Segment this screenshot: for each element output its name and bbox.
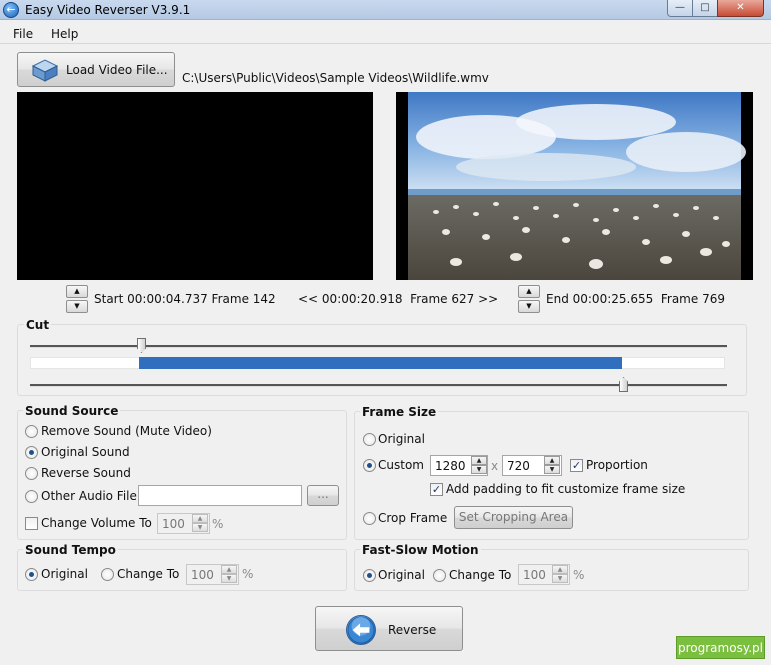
back-arrow-icon: [346, 615, 376, 645]
maximize-button[interactable]: □: [692, 0, 718, 17]
width-value: 1280: [435, 459, 466, 473]
reverse-sound-label[interactable]: Reverse Sound: [41, 466, 131, 480]
original-sound-label[interactable]: Original Sound: [41, 445, 130, 459]
maximize-icon: □: [700, 2, 710, 13]
motion-unit: %: [573, 568, 585, 582]
height-up-button[interactable]: ▲: [544, 456, 560, 465]
start-slider-track[interactable]: [30, 345, 727, 348]
end-time-label: End 00:00:25.655 Frame 769: [546, 292, 725, 306]
wildlife-video-frame: [396, 92, 753, 280]
cut-range-selection: [139, 357, 622, 369]
reverse-label: Reverse: [388, 623, 437, 637]
other-audio-label[interactable]: Other Audio File: [41, 489, 137, 503]
change-volume-checkbox[interactable]: [25, 517, 38, 530]
tempo-original-radio[interactable]: [25, 568, 38, 581]
proportion-label[interactable]: Proportion: [586, 458, 648, 472]
folder-icon: [31, 59, 59, 82]
menu-file[interactable]: File: [13, 27, 33, 41]
minimize-icon: —: [675, 2, 685, 13]
motion-value: 100: [523, 568, 546, 582]
frame-custom-label[interactable]: Custom: [378, 458, 424, 472]
menu-bar: File Help: [0, 25, 771, 44]
height-down-button[interactable]: ▼: [544, 465, 560, 474]
change-volume-label[interactable]: Change Volume To: [41, 516, 152, 530]
minimize-button[interactable]: —: [667, 0, 693, 17]
remove-sound-radio[interactable]: [25, 425, 38, 438]
padding-label[interactable]: Add padding to fit customize frame size: [446, 482, 685, 496]
crop-frame-radio[interactable]: [363, 512, 376, 525]
motion-change-label[interactable]: Change To: [449, 568, 511, 582]
motion-updown[interactable]: ▲ ▼: [552, 565, 568, 584]
set-cropping-area-button[interactable]: Set Cropping Area: [454, 506, 573, 529]
browse-audio-button[interactable]: ...: [307, 485, 339, 506]
motion-change-radio[interactable]: [433, 569, 446, 582]
volume-updown[interactable]: ▲ ▼: [192, 514, 208, 533]
app-icon: ←: [3, 2, 19, 18]
volume-up-button[interactable]: ▲: [192, 514, 208, 523]
padding-checkbox[interactable]: ✓: [430, 483, 443, 496]
volume-unit: %: [212, 517, 224, 531]
motion-original-label[interactable]: Original: [378, 568, 425, 582]
watermark-logo: programosy.pl: [676, 636, 765, 659]
audio-file-input[interactable]: [138, 485, 302, 506]
menu-help[interactable]: Help: [51, 27, 78, 41]
end-down-button[interactable]: ▼: [518, 300, 540, 313]
file-path: C:\Users\Public\Videos\Sample Videos\Wil…: [182, 71, 489, 85]
end-up-button[interactable]: ▲: [518, 285, 540, 298]
tempo-change-label[interactable]: Change To: [117, 567, 179, 581]
other-audio-radio[interactable]: [25, 490, 38, 503]
window-title: Easy Video Reverser V3.9.1: [25, 3, 191, 17]
tempo-down-button[interactable]: ▼: [221, 574, 237, 583]
close-icon: ✕: [736, 2, 745, 13]
width-updown[interactable]: ▲ ▼: [471, 456, 487, 475]
start-down-button[interactable]: ▼: [66, 300, 88, 313]
proportion-checkbox[interactable]: ✓: [570, 459, 583, 472]
end-frame-stepper[interactable]: ▲ ▼: [518, 285, 540, 313]
frame-original-label[interactable]: Original: [378, 432, 425, 446]
width-up-button[interactable]: ▲: [471, 456, 487, 465]
title-bar: ← Easy Video Reverser V3.9.1 — □ ✕: [0, 0, 771, 20]
motion-down-button[interactable]: ▼: [552, 574, 568, 583]
load-video-button[interactable]: Load Video File...: [17, 52, 175, 87]
frame-custom-radio[interactable]: [363, 459, 376, 472]
close-button[interactable]: ✕: [717, 0, 764, 17]
cut-title: Cut: [24, 318, 52, 332]
sound-source-title: Sound Source: [23, 404, 121, 418]
frame-original-radio[interactable]: [363, 433, 376, 446]
tempo-change-radio[interactable]: [101, 568, 114, 581]
sound-tempo-title: Sound Tempo: [23, 543, 118, 557]
volume-value: 100: [162, 517, 185, 531]
tempo-unit: %: [242, 567, 254, 581]
crop-frame-label[interactable]: Crop Frame: [378, 511, 447, 525]
tempo-value: 100: [191, 568, 214, 582]
height-updown[interactable]: ▲ ▼: [544, 456, 560, 475]
reverse-button[interactable]: Reverse: [315, 606, 463, 651]
motion-up-button[interactable]: ▲: [552, 565, 568, 574]
fast-slow-title: Fast-Slow Motion: [360, 543, 481, 557]
start-frame-stepper[interactable]: ▲ ▼: [66, 285, 88, 313]
motion-original-radio[interactable]: [363, 569, 376, 582]
reversed-video-preview: [17, 92, 373, 280]
source-video-preview: [396, 92, 753, 280]
current-time-label: << 00:00:20.918 Frame 627 >>: [298, 292, 499, 306]
start-up-button[interactable]: ▲: [66, 285, 88, 298]
remove-sound-label[interactable]: Remove Sound (Mute Video): [41, 424, 212, 438]
reverse-sound-radio[interactable]: [25, 467, 38, 480]
width-down-button[interactable]: ▼: [471, 465, 487, 474]
frame-size-title: Frame Size: [360, 405, 439, 419]
tempo-original-label[interactable]: Original: [41, 567, 88, 581]
volume-down-button[interactable]: ▼: [192, 523, 208, 532]
start-time-label: Start 00:00:04.737 Frame 142: [94, 292, 276, 306]
tempo-up-button[interactable]: ▲: [221, 565, 237, 574]
height-value: 720: [507, 459, 530, 473]
tempo-updown[interactable]: ▲ ▼: [221, 565, 237, 584]
load-video-label: Load Video File...: [66, 63, 168, 77]
original-sound-radio[interactable]: [25, 446, 38, 459]
size-separator: x: [491, 459, 499, 473]
